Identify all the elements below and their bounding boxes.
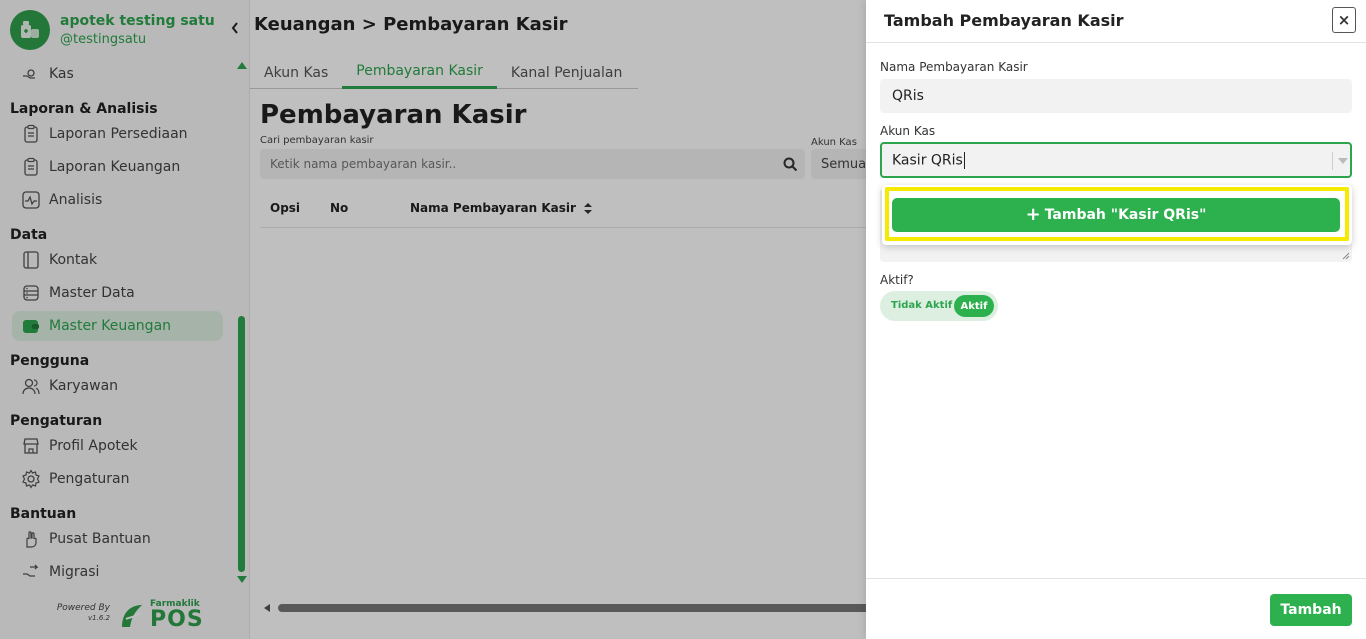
akun-field-label: Akun Kas xyxy=(880,124,936,138)
toggle-off-label: Tidak Aktif xyxy=(891,300,953,311)
plus-icon: + xyxy=(1025,204,1041,225)
create-option-button[interactable]: + Tambah "Kasir QRis" xyxy=(892,198,1340,232)
text-caret xyxy=(963,152,965,169)
drawer-footer: Tambah xyxy=(866,578,1366,639)
akun-kas-input[interactable]: Kasir QRis xyxy=(892,152,965,169)
aktif-label: Aktif? xyxy=(880,273,914,287)
akun-kas-select[interactable]: Kasir QRis xyxy=(880,142,1352,178)
close-button[interactable]: × xyxy=(1332,7,1356,33)
drawer-header: Tambah Pembayaran Kasir × xyxy=(866,0,1366,43)
modal-backdrop[interactable] xyxy=(0,0,866,639)
chevron-down-icon[interactable] xyxy=(1338,158,1348,164)
select-separator xyxy=(1332,152,1333,170)
create-option-label: Tambah "Kasir QRis" xyxy=(1044,207,1207,223)
toggle-on-label: Aktif xyxy=(954,295,994,317)
add-payment-drawer: Tambah Pembayaran Kasir × Nama Pembayara… xyxy=(866,0,1366,639)
submit-button[interactable]: Tambah xyxy=(1270,594,1352,626)
drawer-title: Tambah Pembayaran Kasir xyxy=(884,11,1124,30)
akun-kas-input-text: Kasir QRis xyxy=(892,152,963,169)
name-field-label: Nama Pembayaran Kasir xyxy=(880,60,1028,74)
aktif-toggle[interactable]: Tidak Aktif Aktif xyxy=(880,291,998,321)
resize-grip-icon[interactable] xyxy=(1340,250,1350,260)
name-field[interactable] xyxy=(880,79,1352,113)
